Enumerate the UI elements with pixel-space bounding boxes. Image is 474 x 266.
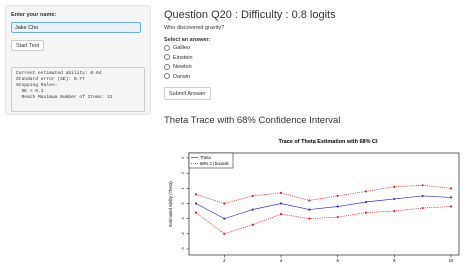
y-axis-label: Estimated Ability (Theta): [168, 181, 173, 227]
stats-line: Standard error (SE): 0.77: [16, 77, 85, 83]
x-tick-label: 2: [223, 258, 226, 263]
start-test-button[interactable]: Start Test: [11, 40, 45, 51]
x-tick-label: 6: [336, 258, 339, 263]
radio-icon[interactable]: [164, 73, 170, 80]
option-newton[interactable]: Newton: [164, 63, 192, 71]
option-einstein[interactable]: Einstein: [164, 54, 193, 62]
submit-answer-button[interactable]: Submit Answer: [164, 87, 211, 100]
theta-point: [308, 208, 311, 211]
answer-label: Select an answer:: [164, 37, 211, 43]
theta-point: [336, 205, 339, 208]
question-text: Who discovered gravity?: [164, 25, 225, 31]
theta-point: [449, 196, 453, 199]
ci-point: [421, 184, 424, 187]
ci-point: [364, 190, 368, 193]
legend-ci-label: 68% CI bounds: [200, 161, 229, 166]
option-label: Newton: [173, 64, 192, 70]
stats-line: Stopping Rules:: [16, 83, 58, 89]
ci-point: [421, 206, 424, 210]
y-tick-label: -1: [181, 217, 185, 220]
theta-point: [279, 202, 283, 205]
ci-point: [449, 187, 453, 190]
stats-line: Current estimated ability: 0.64: [16, 71, 102, 76]
stats-line: SE < 0.1: [16, 89, 44, 95]
theta-point: [251, 208, 254, 211]
y-tick-label: 2: [181, 172, 185, 174]
radio-icon[interactable]: [164, 54, 170, 61]
section-title: Theta Trace with 68% Confidence Interval: [164, 115, 341, 126]
theta-point: [364, 200, 368, 204]
ci-point: [279, 191, 283, 194]
x-tick-label: 8: [393, 258, 396, 263]
legend-theta-label: Theta: [200, 155, 211, 160]
stats-line: Reach Maximum Number of Items: 31: [16, 95, 113, 101]
ci-point: [308, 199, 311, 202]
radio-icon[interactable]: [164, 63, 170, 70]
option-label: Darwin: [173, 73, 191, 80]
y-tick-label: 0: [181, 203, 185, 205]
x-tick-label: 10: [449, 258, 454, 263]
ci-point: [251, 223, 254, 226]
name-input[interactable]: [11, 22, 141, 33]
option-label: Galileo: [173, 45, 191, 51]
question-title: Question Q20 : Difficulty : 0.8 logits: [164, 9, 336, 21]
plot-frame: [188, 152, 460, 256]
option-darwin[interactable]: Darwin: [164, 73, 190, 81]
radio-icon[interactable]: [164, 44, 170, 51]
ci-point: [223, 202, 226, 205]
sidebar-panel: Enter your name: Start Test Current esti…: [5, 5, 151, 115]
ci-upper-line: [195, 184, 452, 204]
ci-point: [194, 193, 198, 196]
theta-point: [194, 202, 198, 205]
stats-output: Current estimated ability: 0.64 Standard…: [11, 67, 145, 112]
y-tick-label: 3: [181, 157, 185, 159]
option-galileo[interactable]: Galileo: [164, 44, 190, 52]
name-label: Enter your name:: [11, 12, 57, 18]
ci-point: [336, 194, 339, 198]
theta-point: [421, 194, 424, 198]
theta-point: [223, 217, 226, 220]
ci-point: [364, 211, 368, 214]
ci-point: [393, 185, 396, 188]
chart-title: Trace of Theta Estimation with 68% CI: [278, 139, 377, 145]
ci-point: [194, 211, 198, 214]
y-tick-label: -3: [181, 247, 185, 250]
ci-point: [393, 209, 396, 213]
y-tick-label: -2: [181, 232, 185, 235]
ci-point: [223, 232, 226, 235]
ci-point: [308, 217, 311, 220]
theta-point: [393, 197, 396, 201]
theta-line: [195, 195, 452, 220]
ci-point: [336, 216, 339, 219]
option-label: Einstein: [173, 54, 193, 61]
y-tick-label: 1: [181, 187, 185, 189]
chart-legend: Theta 68% CI bounds: [188, 152, 234, 169]
x-tick-label: 4: [280, 258, 283, 263]
ci-lower-line: [195, 206, 452, 235]
ci-point: [279, 213, 283, 216]
ci-point: [449, 205, 453, 208]
ci-point: [251, 194, 254, 198]
theta-trace-chart: Trace of Theta Estimation with 68% CI Es…: [168, 139, 460, 263]
